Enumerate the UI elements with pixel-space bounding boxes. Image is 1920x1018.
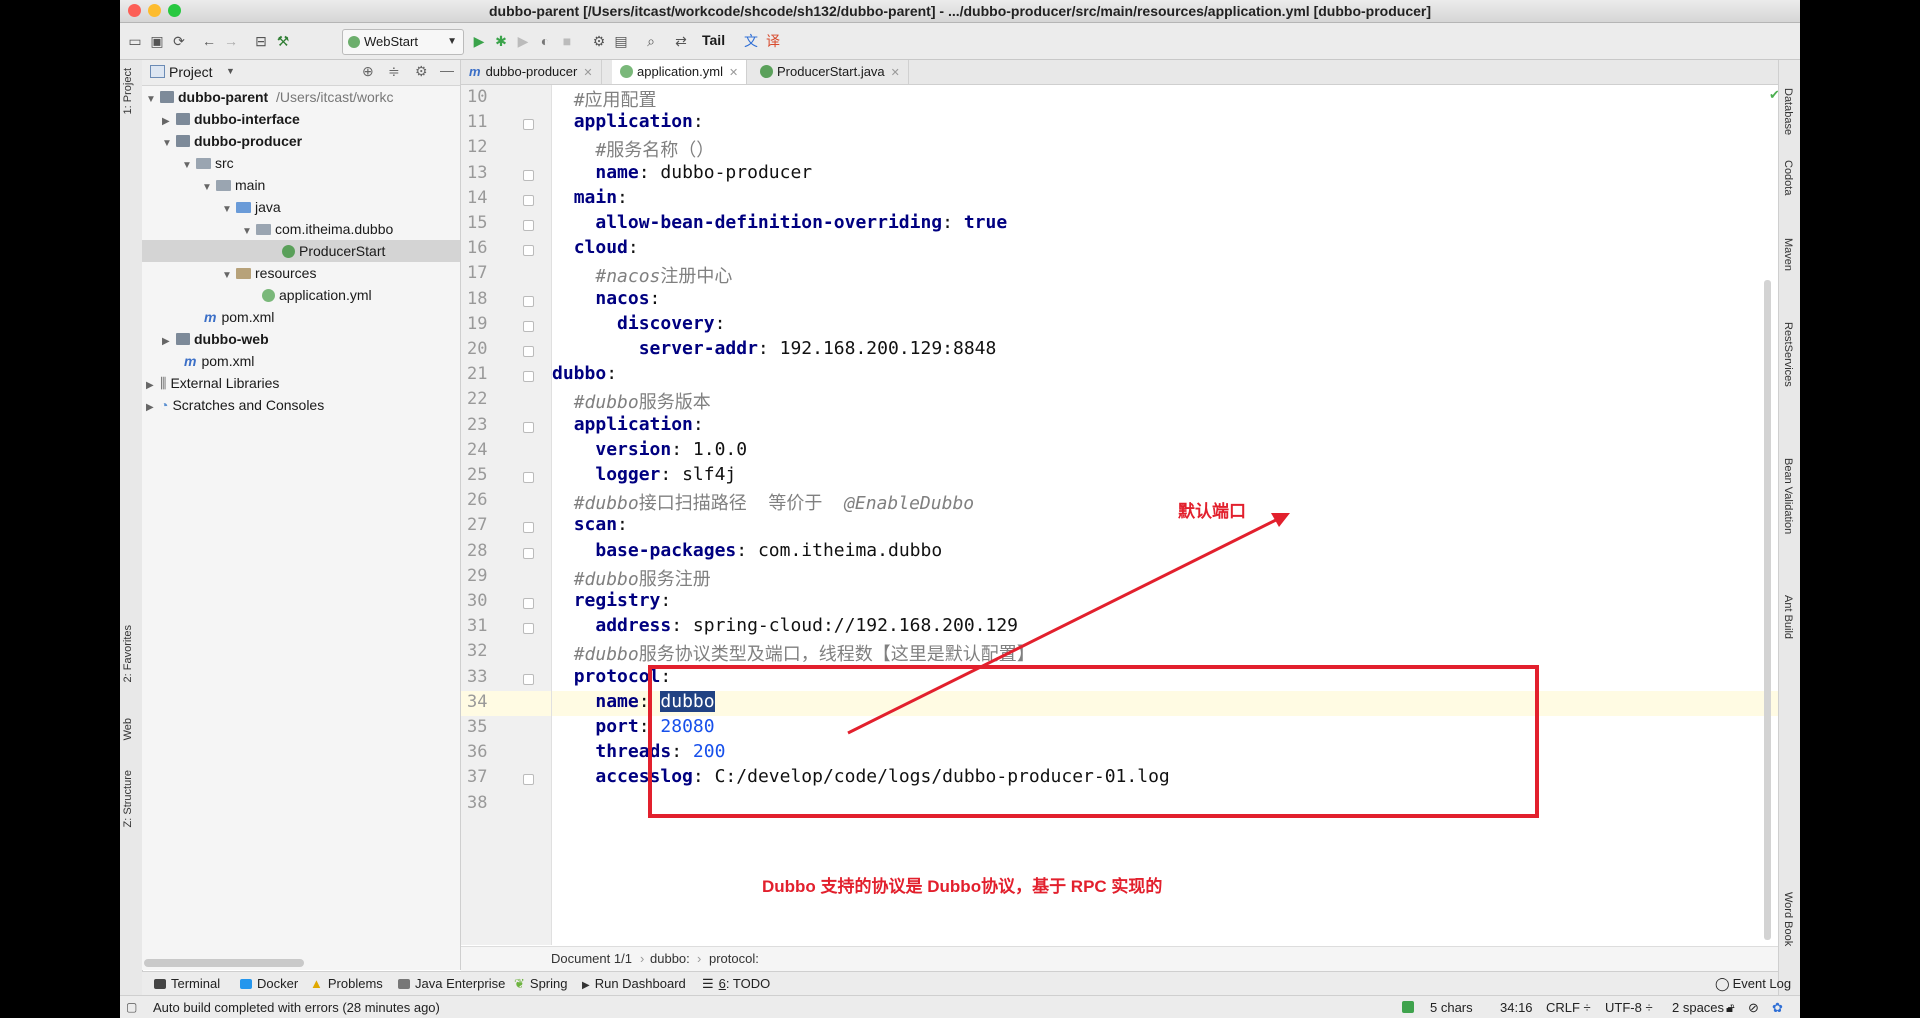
java-enterprise-tool-button[interactable]: Java Enterprise xyxy=(398,972,505,996)
tool-window-database[interactable]: Database xyxy=(1782,88,1794,135)
problems-tool-button[interactable]: ▲ Problems xyxy=(310,972,383,996)
lock-icon[interactable]: 🔓︎ xyxy=(1726,996,1734,1018)
run-dashboard-tool-button[interactable]: ▶ Run Dashboard xyxy=(582,972,686,996)
right-tool-stripe: Database Codota Maven RestServices Bean … xyxy=(1778,60,1800,995)
tool-window-word-book[interactable]: Word Book xyxy=(1782,892,1794,946)
spring-tool-button[interactable]: ❦ Spring xyxy=(514,972,567,996)
tool-window-maven[interactable]: Maven xyxy=(1782,238,1794,271)
event-log-icon: ◯ xyxy=(1715,976,1730,991)
docker-icon xyxy=(240,979,252,989)
tool-window-rest-services[interactable]: RestServices xyxy=(1782,322,1794,387)
line-separator-select[interactable]: CRLF ÷ xyxy=(1546,996,1591,1018)
notifications-icon[interactable]: ✿ xyxy=(1772,996,1783,1018)
annotation-arrow xyxy=(847,513,1290,735)
terminal-tool-button[interactable]: Terminal xyxy=(154,972,220,996)
event-log-tool-button[interactable]: ◯ Event Log xyxy=(1715,972,1791,996)
java-enterprise-icon xyxy=(398,979,410,989)
chevron-right-icon: › xyxy=(697,951,702,966)
breadcrumb: Document 1/1 › dubbo: › protocol: xyxy=(461,946,1781,971)
arrow-line xyxy=(847,516,1281,735)
spring-icon: ❦ xyxy=(514,976,525,991)
dubbo-protocol-note: Dubbo 支持的协议是 Dubbo协议，基于 RPC 实现的 xyxy=(762,877,1163,896)
caret-position[interactable]: 34:16 xyxy=(1500,996,1533,1018)
bottom-tool-bar: Terminal Docker ▲ Problems Java Enterpris… xyxy=(142,971,1791,996)
todo-tool-button[interactable]: ☰ 6: TODO xyxy=(702,972,770,996)
breadcrumb-dubbo[interactable]: dubbo: xyxy=(650,947,690,971)
tool-window-codota[interactable]: Codota xyxy=(1782,160,1794,195)
terminal-icon xyxy=(154,979,166,989)
run-icon: ▶ xyxy=(582,980,590,991)
default-port-note: 默认端口 xyxy=(1178,502,1246,521)
toggle-tool-windows-icon[interactable]: ▢ xyxy=(126,996,137,1018)
chevron-right-icon: › xyxy=(640,951,645,966)
status-bar: ▢ Auto build completed with errors (28 m… xyxy=(120,995,1800,1018)
breadcrumb-protocol[interactable]: protocol: xyxy=(709,947,759,971)
tool-window-bean-validation[interactable]: Bean Validation xyxy=(1782,458,1794,534)
warning-icon: ▲ xyxy=(310,976,323,991)
docker-tool-button[interactable]: Docker xyxy=(240,972,298,996)
status-message[interactable]: Auto build completed with errors (28 min… xyxy=(153,996,440,1018)
tool-window-ant-build[interactable]: Ant Build xyxy=(1782,595,1794,639)
ide-window: dubbo-parent [/Users/itcast/workcode/shc… xyxy=(120,0,1800,1018)
encoding-select[interactable]: UTF-8 ÷ xyxy=(1605,996,1653,1018)
selection-chars: 5 chars xyxy=(1430,1000,1473,1015)
codota-status-icon[interactable] xyxy=(1402,1001,1414,1013)
list-icon: ☰ xyxy=(702,976,714,991)
breadcrumb-document[interactable]: Document 1/1 xyxy=(551,947,632,971)
inspector-icon[interactable]: ⊘ xyxy=(1748,996,1759,1018)
